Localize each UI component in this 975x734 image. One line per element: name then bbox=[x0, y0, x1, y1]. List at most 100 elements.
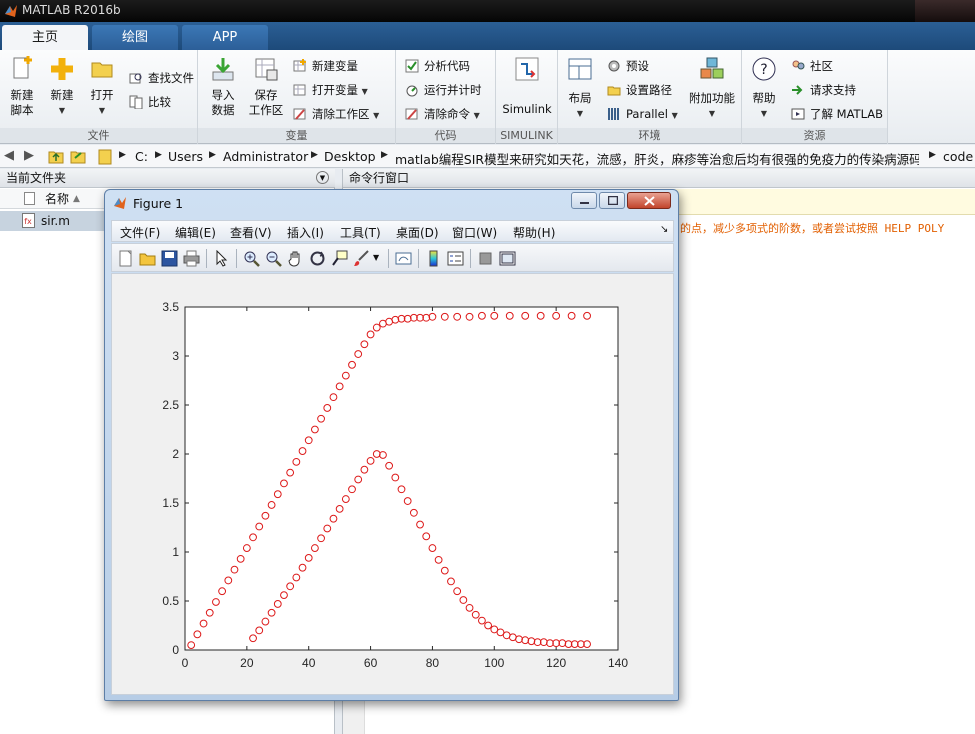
figure-logo-icon bbox=[114, 197, 126, 209]
breadcrumb-administrator[interactable]: Administrator bbox=[223, 149, 308, 164]
path-folder-icon bbox=[98, 149, 112, 165]
up-folder-icon[interactable] bbox=[48, 149, 64, 164]
y-tick-label: 3.5 bbox=[162, 300, 179, 314]
learn-matlab-button[interactable]: 了解 MATLAB bbox=[790, 104, 883, 124]
parallel-button[interactable]: Parallel ▼ bbox=[606, 104, 678, 124]
chevron-down-icon: ▼ bbox=[576, 109, 584, 118]
back-arrow-icon[interactable]: ◀ bbox=[4, 148, 14, 163]
run-and-time-icon bbox=[406, 85, 418, 97]
find-files-button[interactable]: 查找文件 bbox=[128, 68, 194, 88]
breadcrumb-users[interactable]: Users bbox=[168, 149, 203, 164]
import-data-button[interactable]: 导入 数据 bbox=[206, 56, 240, 118]
breadcrumb-desktop[interactable]: Desktop bbox=[324, 149, 376, 164]
open-button[interactable]: 打开 ▼ bbox=[86, 56, 118, 118]
minimize-button[interactable] bbox=[571, 192, 597, 209]
community-button[interactable]: 社区 bbox=[790, 56, 833, 76]
menu-desktop[interactable]: 桌面(D) bbox=[396, 224, 439, 241]
window-controls[interactable] bbox=[915, 0, 975, 22]
help-button[interactable]: ? 帮助 ▼ bbox=[748, 56, 780, 121]
x-tick-label: 60 bbox=[364, 656, 378, 670]
tab-plots[interactable]: 绘图 bbox=[92, 25, 178, 50]
save-workspace-button[interactable]: 保存 工作区 bbox=[246, 56, 286, 118]
clear-commands-button[interactable]: 清除命令 ▼ bbox=[404, 104, 480, 124]
environment-group-label: 环境 bbox=[558, 128, 741, 143]
set-path-button[interactable]: 设置路径 bbox=[606, 80, 672, 100]
data-cursor-icon[interactable] bbox=[331, 250, 348, 267]
analyze-code-button[interactable]: 分析代码 bbox=[404, 56, 470, 76]
figure-canvas[interactable]: 0 20 40 60 80 100 120 140 0 0.5 1 1.5 2 2.5 3 3.5 bbox=[111, 273, 674, 695]
brush-dropdown-icon[interactable]: ▼ bbox=[373, 253, 379, 262]
app-title-bar: MATLAB R2016b bbox=[0, 0, 975, 22]
tab-home[interactable]: 主页 bbox=[2, 25, 88, 50]
svg-text:fx: fx bbox=[24, 217, 32, 226]
brush-icon[interactable] bbox=[353, 250, 370, 267]
hide-tools-icon[interactable] bbox=[477, 250, 494, 267]
breadcrumb-separator-icon: ▶ bbox=[119, 150, 126, 160]
breadcrumb-drive[interactable]: C: bbox=[135, 149, 148, 164]
community-icon bbox=[792, 60, 805, 70]
close-button[interactable] bbox=[627, 192, 671, 209]
x-tick-label: 100 bbox=[484, 656, 504, 670]
address-bar: ◀ ▶ ▶ C: ▶ Users ▶ Administrator ▶ Deskt… bbox=[0, 145, 975, 168]
preferences-button[interactable]: 预设 bbox=[606, 56, 649, 76]
zoom-in-icon[interactable] bbox=[243, 250, 260, 267]
figure-window[interactable]: Figure 1 文件(F) 编辑(E) 查看(V) 插入(I) 工具(T) 桌… bbox=[104, 189, 679, 701]
folder-icon bbox=[91, 62, 113, 78]
ribbon-group-simulink: Simulink SIMULINK bbox=[496, 50, 558, 144]
menu-file[interactable]: 文件(F) bbox=[120, 224, 160, 241]
compare-button[interactable]: 比较 bbox=[128, 92, 171, 112]
menu-window[interactable]: 窗口(W) bbox=[452, 224, 497, 241]
link-plot-icon[interactable] bbox=[395, 250, 412, 267]
select-arrow-icon[interactable] bbox=[213, 250, 230, 267]
new-variable-button[interactable]: 新建变量 bbox=[292, 56, 358, 76]
tab-apps[interactable]: APP bbox=[182, 25, 268, 50]
menu-help[interactable]: 帮助(H) bbox=[513, 224, 555, 241]
maximize-button[interactable] bbox=[599, 192, 625, 209]
new-button[interactable]: 新建 ▼ bbox=[46, 56, 78, 118]
matlab-logo-icon bbox=[5, 5, 17, 17]
menu-overflow-arrow-icon[interactable]: ↘ bbox=[660, 224, 668, 235]
breadcrumb-separator-icon: ▶ bbox=[381, 150, 388, 160]
colorbar-icon[interactable] bbox=[425, 250, 442, 267]
legend-icon[interactable] bbox=[447, 250, 464, 267]
print-icon[interactable] bbox=[183, 250, 200, 267]
browse-folder-icon[interactable] bbox=[70, 149, 86, 164]
layout-button[interactable]: 布局 ▼ bbox=[564, 56, 596, 121]
menu-edit[interactable]: 编辑(E) bbox=[175, 224, 216, 241]
run-and-time-button[interactable]: 运行并计时 bbox=[404, 80, 482, 100]
open-label: 打开 bbox=[90, 88, 114, 102]
open-variable-button[interactable]: 打开变量 ▼ bbox=[292, 80, 368, 100]
new-figure-icon[interactable] bbox=[117, 250, 134, 267]
clear-workspace-button[interactable]: 清除工作区 ▼ bbox=[292, 104, 379, 124]
save-icon[interactable] bbox=[161, 250, 178, 267]
zoom-out-icon[interactable] bbox=[265, 250, 282, 267]
figure-title-bar[interactable]: Figure 1 bbox=[105, 190, 678, 216]
panel-menu-chevron-icon[interactable]: ▼ bbox=[316, 171, 329, 184]
name-column-label: 名称 bbox=[45, 192, 70, 206]
simulink-button[interactable]: Simulink bbox=[501, 56, 553, 117]
rotate-3d-icon[interactable] bbox=[309, 250, 326, 267]
forward-arrow-icon[interactable]: ▶ bbox=[24, 148, 34, 163]
simulink-icon bbox=[515, 57, 539, 81]
x-tick-label: 120 bbox=[546, 656, 566, 670]
pan-hand-icon[interactable] bbox=[287, 250, 304, 267]
addons-button[interactable]: 附加功能 ▼ bbox=[686, 56, 738, 121]
scatter-plot[interactable]: 0 20 40 60 80 100 120 140 0 0.5 1 1.5 2 2.5 3 3.5 bbox=[112, 274, 675, 696]
new-script-button[interactable]: 新建 脚本 bbox=[6, 56, 38, 118]
ribbon-group-code: 分析代码 运行并计时 清除命令 ▼ 代码 bbox=[396, 50, 496, 144]
menu-tools[interactable]: 工具(T) bbox=[340, 224, 381, 241]
figure-menu-bar: 文件(F) 编辑(E) 查看(V) 插入(I) 工具(T) 桌面(D) 窗口(W… bbox=[111, 220, 674, 242]
menu-view[interactable]: 查看(V) bbox=[230, 224, 272, 241]
current-folder-title: 当前文件夹 bbox=[6, 171, 67, 185]
open-file-icon[interactable] bbox=[139, 250, 156, 267]
resources-group-label: 资源 bbox=[742, 128, 887, 143]
x-tick-label: 0 bbox=[182, 656, 189, 670]
menu-insert[interactable]: 插入(I) bbox=[287, 224, 324, 241]
warning-message: 的点，减少多项式的阶数，或者尝试按照 HELP POLY bbox=[680, 222, 945, 235]
find-files-label: 查找文件 bbox=[148, 71, 194, 85]
help-label: 帮助 bbox=[752, 91, 776, 105]
breadcrumb-code[interactable]: code bbox=[943, 149, 973, 164]
request-support-button[interactable]: 请求支持 bbox=[790, 80, 856, 100]
breadcrumb-project-folder[interactable]: matlab编程SIR模型来研究如天花，流感，肝炎，麻疹等治愈后均有很强的免疫力… bbox=[395, 149, 919, 168]
show-tools-icon[interactable] bbox=[499, 250, 516, 267]
